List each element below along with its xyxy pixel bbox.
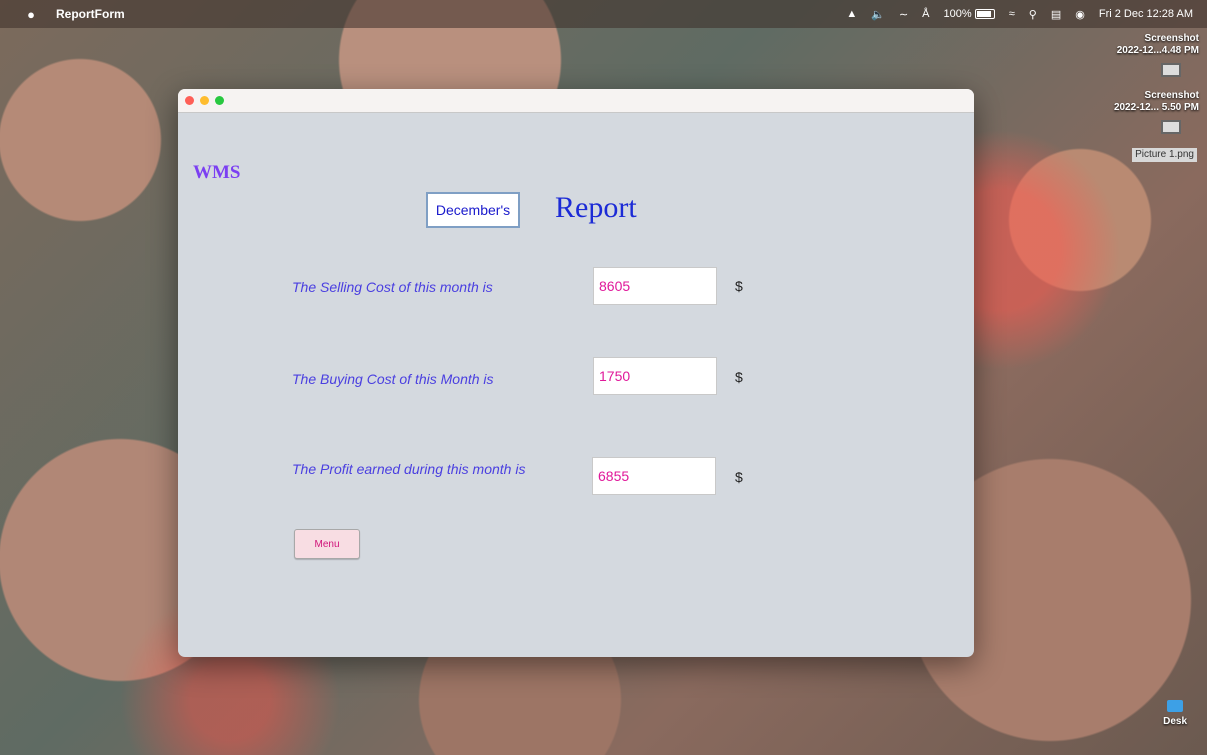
screenshot-thumbnail-icon — [1161, 120, 1181, 134]
file-name-label: Picture 1.png — [1132, 148, 1197, 162]
minimize-window-button[interactable] — [200, 96, 209, 105]
desktop-folder-desk[interactable]: Desk — [1163, 700, 1187, 727]
battery-status[interactable]: 100% — [944, 8, 995, 20]
keyboard-icon[interactable]: ∼ — [899, 8, 908, 21]
battery-percent: 100% — [943, 8, 972, 20]
status-area: ▲ 🔈 ∼ Å 100% ≈ ⚲ ▤ ◉ Fri 2 Dec 12:28 AM — [846, 0, 1193, 28]
apple-menu-icon[interactable]: ● — [24, 7, 38, 22]
buying-cost-field[interactable]: 1750 — [593, 357, 717, 395]
folder-label: Desk — [1163, 716, 1187, 727]
menu-bar: ● ReportForm ▲ 🔈 ∼ Å 100% ≈ ⚲ ▤ ◉ Fri 2 … — [0, 0, 1207, 28]
month-field[interactable]: December's — [426, 192, 520, 228]
wifi-icon[interactable]: ≈ — [1009, 8, 1015, 20]
buying-cost-unit: $ — [735, 369, 743, 385]
report-title: Report — [555, 191, 637, 224]
selling-cost-label: The Selling Cost of this month is — [292, 279, 493, 295]
desktop-file-screenshot-1[interactable]: Screenshot 2022-12...4.48 PM — [1104, 33, 1199, 85]
volume-icon[interactable]: 🔈 — [871, 8, 885, 21]
search-icon[interactable]: ⚲ — [1029, 8, 1037, 21]
title-bar[interactable] — [178, 89, 974, 113]
screenshot-thumbnail-icon — [1161, 63, 1181, 77]
menu-button[interactable]: Menu — [294, 529, 360, 559]
siri-icon[interactable]: ◉ — [1075, 8, 1085, 21]
desktop-file-picture[interactable]: Picture 1.png — [1104, 148, 1199, 162]
profit-unit: $ — [735, 469, 743, 485]
maximize-window-button[interactable] — [215, 96, 224, 105]
file-name-line2: 2022-12... 5.50 PM — [1113, 102, 1199, 113]
close-window-button[interactable] — [185, 96, 194, 105]
bluetooth-icon[interactable]: Å — [922, 8, 929, 20]
app-status-icon[interactable]: ▲ — [846, 8, 857, 20]
profit-field[interactable]: 6855 — [592, 457, 716, 495]
desktop-file-screenshot-2[interactable]: Screenshot 2022-12... 5.50 PM — [1104, 90, 1199, 142]
control-center-icon[interactable]: ▤ — [1051, 8, 1061, 21]
selling-cost-unit: $ — [735, 278, 743, 294]
brand-label: WMS — [193, 162, 241, 183]
file-name-line1: Screenshot — [1144, 90, 1199, 101]
buying-cost-label: The Buying Cost of this Month is — [292, 371, 494, 387]
profit-label: The Profit earned during this month is — [292, 461, 526, 477]
folder-icon — [1167, 700, 1184, 712]
file-name-line1: Screenshot — [1144, 33, 1199, 44]
app-menu-name[interactable]: ReportForm — [56, 7, 125, 21]
battery-icon — [974, 9, 995, 20]
report-window: WMS December's Report The Selling Cost o… — [178, 89, 974, 657]
file-name-line2: 2022-12...4.48 PM — [1116, 45, 1199, 56]
clock[interactable]: Fri 2 Dec 12:28 AM — [1099, 8, 1193, 20]
selling-cost-field[interactable]: 8605 — [593, 267, 717, 305]
